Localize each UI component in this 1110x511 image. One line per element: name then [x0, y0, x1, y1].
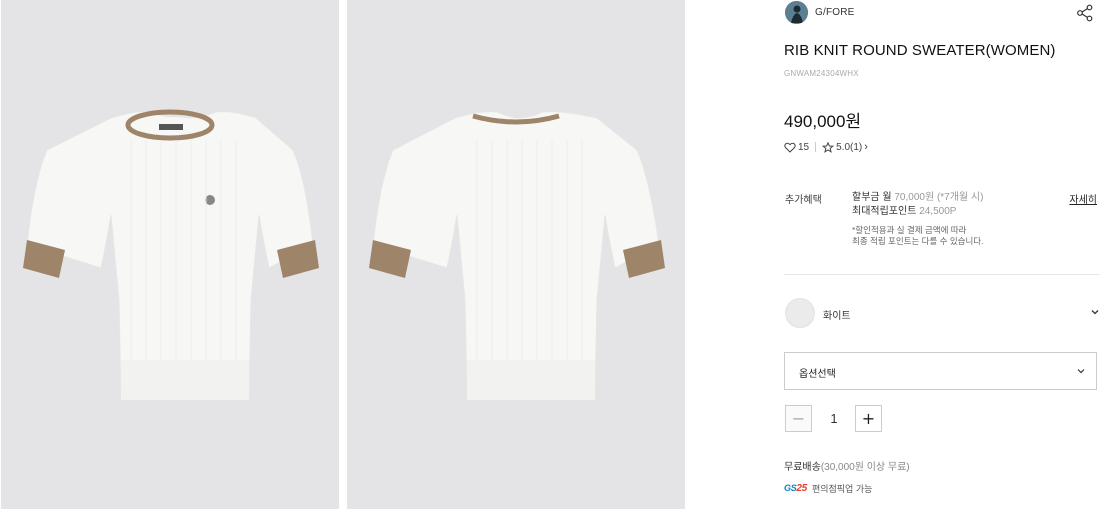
product-title: RIB KNIT ROUND SWEATER(WOMEN): [784, 42, 1056, 59]
stats-divider: [815, 142, 817, 152]
chevron-down-icon: [1091, 310, 1099, 315]
chevron-right-icon: ›: [864, 141, 868, 153]
benefit-details: 할부금 월 70,000원 (*7개월 시) 최대적립포인트 24,500P: [852, 191, 1042, 219]
shipping-condition: (30,000원 이상 무료): [820, 462, 910, 473]
star-icon: [822, 141, 835, 153]
color-selector[interactable]: 화이트: [784, 297, 1100, 329]
pickup-text: 편의점픽업 가능: [811, 483, 873, 494]
points-label: 최대적립포인트: [852, 206, 917, 217]
installment-label: 할부금 월: [852, 192, 892, 203]
quantity-stepper: − 1 +: [784, 405, 904, 433]
brand-row: G/FORE: [784, 1, 1100, 25]
section-divider: [784, 274, 1100, 275]
rating-link[interactable]: 5.0(1) ›: [822, 141, 868, 153]
product-image-front[interactable]: [1, 0, 339, 509]
product-image-back[interactable]: [347, 0, 685, 509]
benefit-detail-link[interactable]: 자세히: [1069, 191, 1097, 206]
product-stats: 15 5.0(1) ›: [784, 140, 868, 154]
benefit-section: 추가혜택 할부금 월 70,000원 (*7개월 시) 최대적립포인트 24,5…: [784, 191, 1100, 251]
benefit-note: *할인적용과 실 결제 금액에 따라 최종 적립 포인트는 다를 수 있습니다.: [852, 225, 1042, 247]
rating-value: 5.0(1): [836, 141, 863, 153]
product-code: GNWAM24304WHX: [784, 69, 859, 78]
benefit-note-line1: *할인적용과 실 결제 금액에 따라: [852, 225, 967, 235]
benefit-label: 추가혜택: [785, 195, 822, 206]
brand-name[interactable]: G/FORE: [815, 7, 855, 18]
brand-avatar-icon[interactable]: [785, 1, 808, 24]
sweater-front-illustration: [1, 0, 339, 509]
color-label: 화이트: [823, 311, 851, 322]
points-value: 24,500P: [919, 206, 957, 217]
benefit-note-line2: 최종 적립 포인트는 다를 수 있습니다.: [852, 236, 984, 246]
option-select-label: 옵션선택: [799, 369, 836, 380]
shipping-info: 무료배송(30,000원 이상 무료): [784, 458, 910, 473]
quantity-value[interactable]: 1: [824, 411, 844, 426]
quantity-increase-button[interactable]: +: [855, 405, 882, 432]
sweater-back-illustration: [347, 0, 685, 509]
gs25-logo-icon: GS25: [784, 482, 807, 494]
chevron-down-icon: [1077, 369, 1085, 374]
product-info-panel: G/FORE RIB KNIT ROUND SWEATER(WOMEN) GNW…: [784, 0, 1100, 511]
share-icon[interactable]: [1076, 4, 1094, 22]
like-button[interactable]: 15: [784, 142, 809, 153]
quantity-decrease-button[interactable]: −: [785, 405, 812, 432]
like-count: 15: [798, 141, 810, 153]
option-select[interactable]: 옵션선택: [784, 352, 1097, 390]
product-price: 490,000원: [784, 112, 862, 131]
color-swatch-white[interactable]: [785, 298, 815, 328]
shipping-label: 무료배송: [784, 462, 821, 473]
installment-value: 70,000원 (*7개월 시): [894, 192, 984, 203]
heart-icon: [784, 142, 796, 153]
pickup-info: GS25 편의점픽업 가능: [784, 481, 872, 495]
